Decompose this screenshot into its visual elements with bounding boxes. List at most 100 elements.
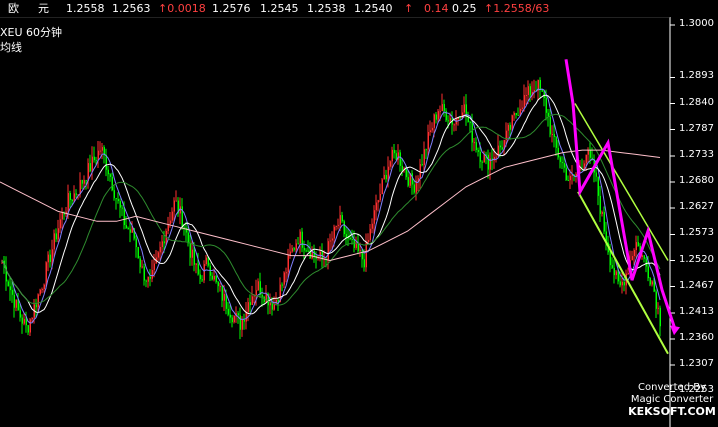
candle-body (337, 224, 339, 226)
candle-body (435, 114, 437, 120)
candle-body (587, 150, 589, 155)
candle-body (109, 174, 111, 177)
watermark-line1: Converted By (638, 382, 706, 393)
candle-body (31, 317, 33, 320)
candle-body (199, 274, 201, 280)
candle-body (261, 294, 263, 297)
symbol-period-label: XEU 60分钟 (0, 26, 63, 39)
y-tick-label: 1.2520 (679, 253, 714, 265)
candle-body (601, 212, 603, 214)
candle-body (623, 281, 625, 286)
price-chart[interactable] (0, 17, 718, 427)
candle-body (387, 166, 389, 180)
candle-body (45, 262, 47, 285)
candle-body (117, 199, 119, 202)
candle-body (585, 154, 587, 164)
candle-body (433, 114, 435, 128)
candle-body (463, 104, 465, 113)
candle-body (363, 259, 365, 268)
candle-body (557, 147, 559, 158)
candle-body (335, 225, 337, 227)
candle-body (21, 317, 23, 324)
candle-body (285, 272, 287, 274)
candle-body (71, 199, 73, 202)
y-tick-label: 1.2307 (679, 358, 714, 369)
candle-body (67, 193, 69, 212)
candle-body (377, 200, 379, 203)
candle-body (301, 231, 303, 248)
quote-arrow: ↑ (404, 2, 414, 15)
candle-body (153, 263, 155, 271)
candle-body (549, 117, 551, 135)
candle-body (195, 263, 197, 265)
candle-body (361, 250, 363, 260)
candle-body (247, 302, 249, 312)
candle-body (523, 95, 525, 108)
candle-body (241, 319, 243, 330)
candle-body (27, 325, 29, 333)
candle-body (287, 254, 289, 273)
candle-body (439, 111, 441, 113)
candle-body (395, 153, 397, 160)
candle-body (55, 233, 57, 240)
candle-body (11, 290, 13, 295)
candle-body (481, 161, 483, 163)
candle-body (123, 208, 125, 226)
candle-body (127, 227, 129, 230)
candle-body (175, 200, 177, 202)
candle-body (107, 169, 109, 175)
candle-body (541, 89, 543, 92)
candle-body (529, 86, 531, 96)
candle-body (293, 248, 295, 250)
candle-body (569, 175, 571, 181)
candle-body (131, 228, 133, 233)
y-tick-label: 1.2413 (679, 305, 714, 317)
candle-body (25, 319, 27, 326)
candle-body (169, 220, 171, 225)
quote-ask: 1.2563 (112, 2, 151, 15)
candle-body (207, 257, 209, 266)
candle-body (425, 149, 427, 151)
candle-body (243, 319, 245, 322)
candle-body (9, 286, 11, 291)
candle-body (19, 310, 21, 318)
candle-body (15, 299, 17, 308)
quote-name-2: 元 (38, 2, 49, 15)
candle-body (13, 294, 15, 308)
candle-body (339, 215, 341, 225)
quote-open: 1.2576 (212, 2, 251, 15)
y-tick-label: 1.2840 (679, 96, 714, 108)
candle-body (495, 156, 497, 158)
candle-body (49, 254, 51, 263)
candle-body (393, 149, 395, 154)
candle-body (475, 142, 477, 151)
candle-body (307, 250, 309, 252)
trend-channel-lower (577, 191, 669, 355)
candle-body (319, 251, 321, 257)
candle-body (29, 319, 31, 333)
candle-body (303, 247, 305, 251)
candle-body (389, 161, 391, 167)
candle-body (487, 154, 489, 170)
quote-latest: ↑1.2558/63 (484, 2, 550, 15)
candle-body (405, 169, 407, 178)
candle-body (555, 137, 557, 148)
candle-body (93, 156, 95, 161)
candle-body (99, 150, 101, 152)
y-tick-label: 1.2893 (679, 70, 714, 82)
candle-body (359, 250, 361, 252)
quote-name-1: 欧 (8, 2, 19, 15)
candle-body (171, 211, 173, 221)
candle-body (333, 226, 335, 239)
candle-body (231, 317, 233, 323)
candle-body (257, 281, 259, 291)
candle-body (513, 113, 515, 116)
candle-body (163, 241, 165, 244)
candle-body (501, 147, 503, 150)
watermark: Converted By Magic Converter KEKSOFT.COM (628, 382, 716, 418)
candle-body (219, 286, 221, 288)
candle-body (147, 276, 149, 282)
candle-body (151, 270, 153, 279)
candle-body (543, 91, 545, 98)
candle-body (111, 176, 113, 191)
